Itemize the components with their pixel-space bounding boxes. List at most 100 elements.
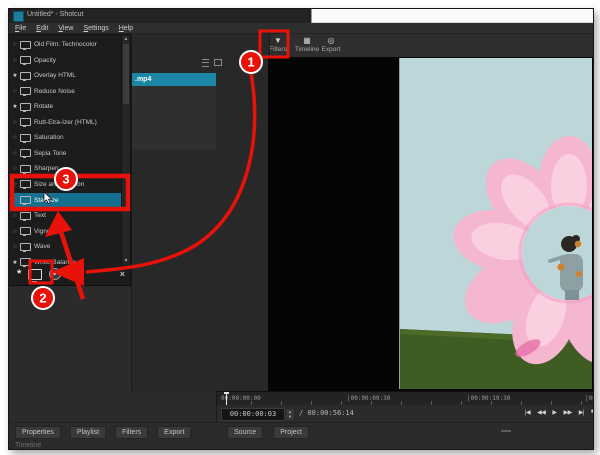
video-filter-monitor-icon: [20, 71, 31, 81]
filter-item-text[interactable]: ☆ Text: [10, 208, 122, 223]
video-frame[interactable]: [399, 58, 592, 389]
filter-item-label: Wave: [34, 243, 51, 251]
timeline-panel-label: Timeline: [15, 442, 42, 449]
filter-item-label: Stabilize: [34, 196, 59, 204]
filter-chooser-popup: ☆ Old Film: Technocolor ☆ Opacity ★ Overlay H…: [9, 34, 131, 286]
stop-button[interactable]: ■: [591, 409, 593, 416]
filter-item-label: Rotate: [34, 103, 54, 111]
menu-edit[interactable]: Edit: [36, 25, 48, 32]
menu-settings[interactable]: Settings: [83, 25, 108, 32]
transport-controls: |◀ ◀◀ ▶ ▶▶ ▶| ■: [525, 409, 593, 416]
window-title: Untitled* - Shotcut: [27, 11, 84, 18]
filter-item-saturation[interactable]: ☆ Saturation: [10, 130, 122, 145]
current-timecode-field[interactable]: 00:00:00:03: [221, 408, 285, 421]
menu-lines-icon[interactable]: [202, 59, 209, 67]
filter-item-label: Overlay HTML: [34, 72, 76, 80]
filter-item-label: Sharpen: [34, 165, 59, 173]
tab-properties[interactable]: Properties: [15, 426, 61, 439]
video-filter-monitor-icon: [20, 242, 31, 252]
tab-source[interactable]: Source: [227, 426, 264, 439]
favorite-star-icon[interactable]: ☆: [10, 228, 20, 235]
menu-view[interactable]: View: [58, 25, 73, 32]
video-filter-monitor-icon: [20, 196, 31, 205]
tab-export[interactable]: Export: [157, 426, 192, 439]
scroll-down-icon[interactable]: ▼: [122, 257, 130, 265]
video-filter-monitor-icon: [20, 227, 31, 237]
favorite-star-icon[interactable]: ☆: [10, 181, 20, 188]
favorite-star-icon[interactable]: ☆: [10, 41, 20, 48]
filter-item-rotate[interactable]: ★ Rotate: [10, 99, 122, 114]
menu-bar: File Edit View Settings Help: [9, 23, 593, 34]
filter-item-label: Old Film: Technocolor: [34, 41, 97, 48]
filter-item-label: Opacity: [34, 56, 57, 64]
filter-item-opacity[interactable]: ☆ Opacity: [10, 53, 122, 68]
filter-item-overlay-html[interactable]: ★ Overlay HTML: [10, 68, 122, 83]
favorites-star-icon[interactable]: *: [17, 269, 21, 280]
rewind-button[interactable]: ◀◀: [537, 409, 546, 416]
expand-icon[interactable]: ×: [120, 269, 125, 279]
menu-help[interactable]: Help: [119, 25, 133, 32]
timecode-spinner[interactable]: ▲ ▼: [285, 408, 295, 421]
video-filter-monitor-icon: [20, 40, 31, 50]
detach-icon[interactable]: [214, 59, 222, 66]
playhead[interactable]: [224, 392, 229, 406]
filter-item-stabilize[interactable]: ☆ Stabilize: [10, 192, 122, 208]
filter-item-label: Vignette: [34, 227, 58, 235]
favorite-star-icon[interactable]: ☆: [10, 150, 20, 157]
playlist-item-mp4[interactable]: .mp4: [132, 73, 216, 86]
tab-project[interactable]: Project: [273, 426, 309, 439]
filter-item-sepia-tone[interactable]: ☆ Sepia Tone: [10, 146, 122, 161]
video-filter-monitor-icon: [20, 180, 31, 190]
filter-item-sharpen[interactable]: ☆ Sharpen: [10, 161, 122, 176]
filter-item-label: Saturation: [34, 134, 64, 142]
video-filter-monitor-icon: [20, 56, 31, 66]
filter-item-label: Reduce Noise: [34, 87, 75, 95]
total-duration: / 00:00:56:14: [299, 409, 354, 417]
favorite-star-icon[interactable]: ☆: [10, 243, 20, 250]
favorite-star-icon[interactable]: ★: [10, 103, 20, 110]
bottom-tab-bar: Properties Playlist Filters Export Source Pr…: [9, 422, 593, 442]
favorite-star-icon[interactable]: ★: [10, 72, 20, 79]
video-filter-monitor-icon: [20, 149, 31, 159]
scrollbar-thumb[interactable]: [123, 44, 129, 104]
filter-item-wave[interactable]: ☆ Wave: [10, 239, 122, 254]
filter-item-reduce-noise[interactable]: ☆ Reduce Noise: [10, 84, 122, 99]
favorite-star-icon[interactable]: ☆: [10, 197, 20, 204]
filter-item-label: Text: [34, 212, 46, 220]
skip-to-start-button[interactable]: |◀: [525, 409, 531, 416]
filter-list-scrollbar[interactable]: ▲ ▼: [121, 35, 130, 265]
app-icon: [13, 11, 24, 22]
favorite-star-icon[interactable]: ☆: [10, 57, 20, 64]
favorite-star-icon[interactable]: ☆: [10, 212, 20, 219]
tab-playlist[interactable]: Playlist: [69, 426, 107, 439]
audio-filters-icon[interactable]: [49, 268, 62, 280]
export-icon: ◎: [327, 36, 335, 45]
filter-item-rutt-etra-izer-html-[interactable]: ☆ Rutt-Etra-Izer (HTML): [10, 115, 122, 130]
favorite-star-icon[interactable]: ☆: [10, 88, 20, 95]
title-bar[interactable]: Untitled* - Shotcut: [9, 9, 593, 23]
video-filter-monitor-icon: [20, 211, 31, 221]
playlist-panel: .mp4: [131, 34, 270, 391]
filter-item-label: Size and Position: [34, 180, 85, 188]
favorite-star-icon[interactable]: ☆: [10, 165, 20, 172]
toolbar-export-button[interactable]: ◎ Export: [309, 35, 353, 54]
ruler-label: |00: [585, 395, 593, 402]
filter-item-vignette[interactable]: ☆ Vignette: [10, 224, 122, 239]
time-ruler[interactable]: 00:00:00:00|00:00:09:30|00:00:19:30|00: [216, 391, 593, 406]
filter-item-label: Sepia Tone: [34, 149, 67, 157]
favorite-star-icon[interactable]: ☆: [10, 119, 20, 126]
favorite-star-icon[interactable]: ☆: [10, 134, 20, 141]
tab-filters[interactable]: Filters: [115, 426, 149, 439]
video-filter-monitor-icon: [20, 118, 31, 128]
filter-item-old-film-technocolor[interactable]: ☆ Old Film: Technocolor: [10, 37, 122, 52]
menu-file[interactable]: File: [15, 25, 26, 32]
video-filter-monitor-icon: [20, 87, 31, 97]
fast-forward-button[interactable]: ▶▶: [563, 409, 572, 416]
filter-item-size-and-position[interactable]: ☆ Size and Position: [10, 177, 122, 192]
scroll-up-icon[interactable]: ▲: [122, 35, 130, 43]
video-filters-icon[interactable]: [28, 268, 43, 282]
play-button[interactable]: ▶: [552, 409, 557, 416]
splitter-handle[interactable]: [501, 430, 511, 432]
toolbar-label: Export: [321, 46, 341, 53]
skip-to-next-button[interactable]: ▶|: [579, 409, 585, 416]
